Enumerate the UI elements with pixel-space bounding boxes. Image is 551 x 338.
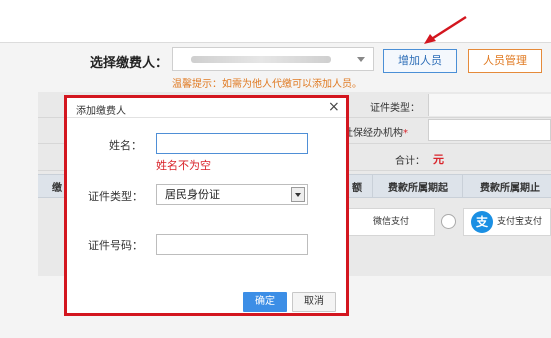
name-input[interactable] (156, 133, 308, 154)
payer-select[interactable] (172, 47, 374, 71)
payer-select-value-blurred (191, 56, 331, 63)
table-header-period-end: 费款所属期止 (480, 183, 540, 194)
agency-field[interactable] (428, 119, 551, 141)
chevron-down-icon (357, 57, 365, 62)
dialog-title: 添加缴费人 (76, 106, 126, 117)
required-mark: * (403, 128, 408, 139)
add-person-button[interactable]: 增加人员 (383, 49, 457, 73)
wechat-pay-option[interactable]: 微信支付 (347, 208, 435, 236)
total-label: 合计： (395, 156, 425, 167)
alipay-icon: 支 (471, 211, 493, 233)
id-number-input[interactable] (156, 234, 308, 255)
cert-type-field[interactable] (428, 94, 551, 116)
cert-type-selected-value: 居民身份证 (165, 188, 220, 201)
cancel-button[interactable]: 取消 (292, 292, 336, 312)
dialog-title-divider (67, 117, 346, 118)
chevron-down-icon[interactable] (291, 187, 305, 202)
cert-type-dialog-label: 证件类型： (88, 190, 143, 203)
close-icon[interactable]: × (328, 99, 340, 115)
column-divider (462, 174, 463, 198)
table-header-period-start: 费款所属期起 (388, 183, 448, 194)
table-header-stub: 缴 (52, 183, 62, 194)
alipay-radio[interactable] (441, 214, 456, 229)
manage-person-button[interactable]: 人员管理 (468, 49, 542, 73)
agency-label: 社保经办机构* (343, 128, 408, 139)
cert-type-label: 证件类型： (370, 103, 420, 114)
red-arrow-icon (424, 15, 467, 44)
confirm-button[interactable]: 确定 (243, 292, 287, 312)
name-label: 姓名： (109, 139, 142, 152)
dialog-highlight-frame (64, 95, 349, 316)
cert-type-select[interactable]: 居民身份证 (156, 184, 308, 205)
id-number-label: 证件号码： (88, 239, 143, 252)
hint-text: 温馨提示：如需为他人代缴可以添加人员。 (172, 79, 362, 90)
table-header-amount: 额 (352, 183, 362, 194)
column-divider (372, 174, 373, 198)
total-value: 元 (433, 153, 444, 166)
payer-label: 选择缴费人： (90, 56, 169, 71)
name-error-message: 姓名不为空 (156, 159, 211, 172)
